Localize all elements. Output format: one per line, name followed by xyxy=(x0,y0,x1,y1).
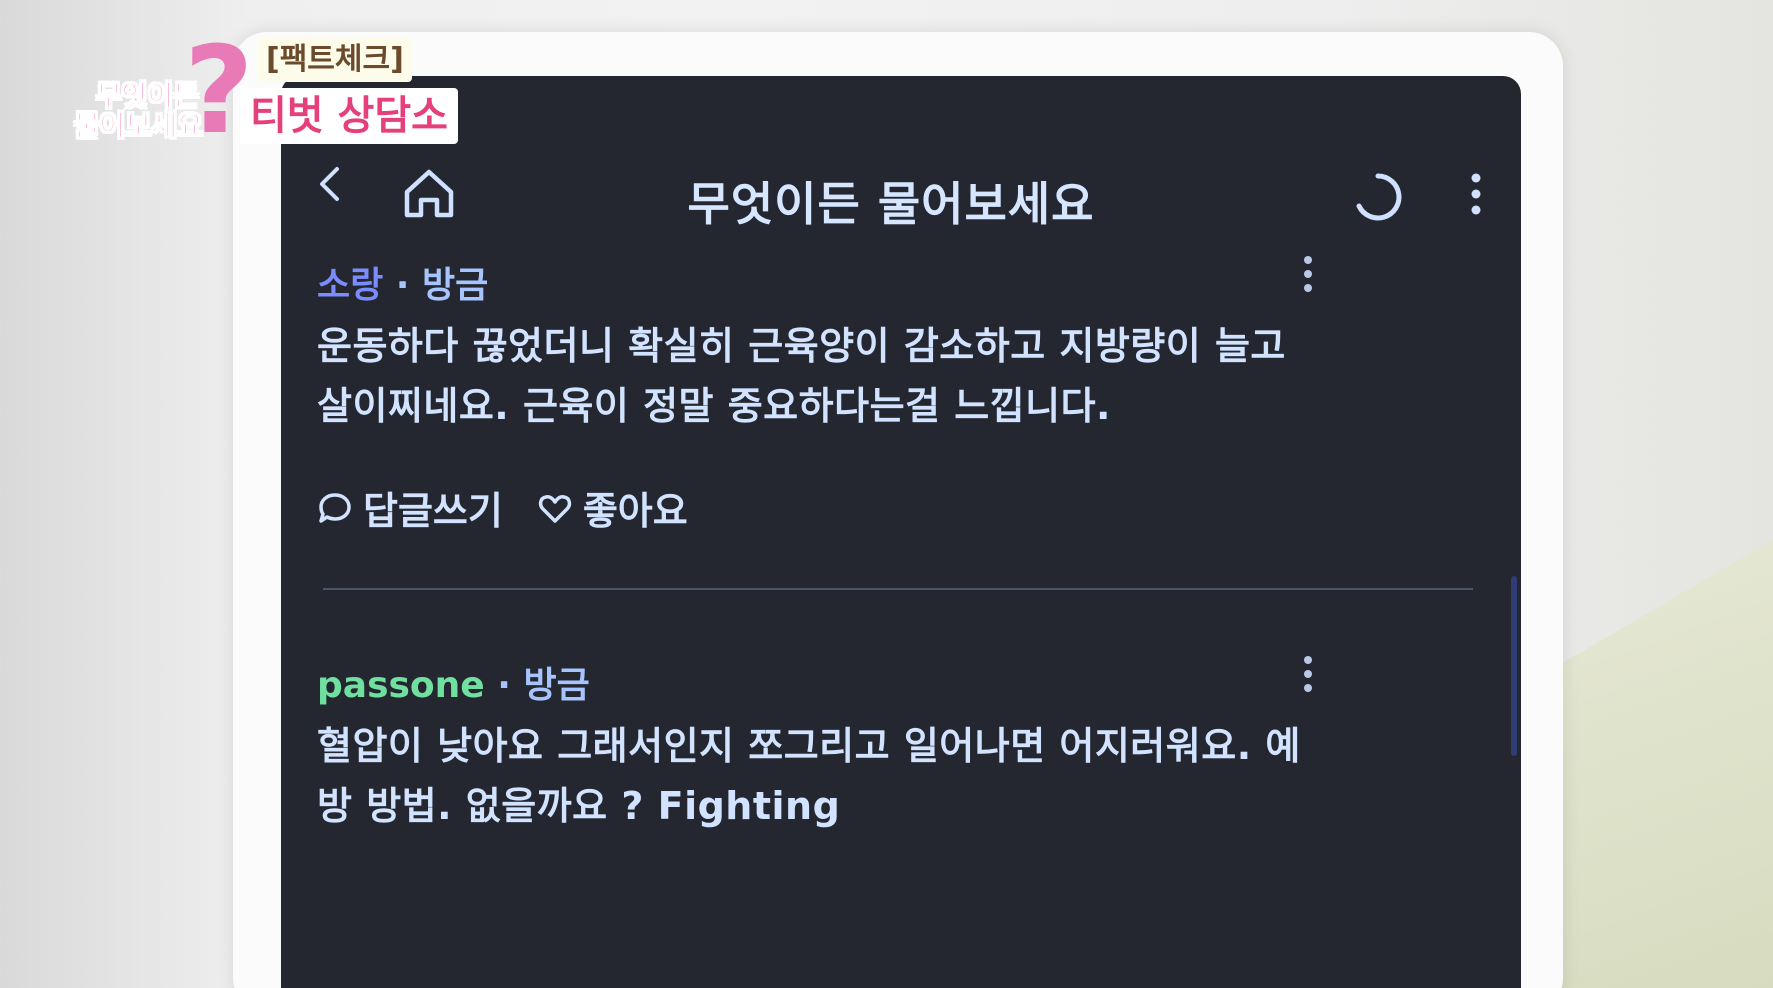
post-time: 방금 xyxy=(523,665,590,706)
post-author[interactable]: 소랑 xyxy=(317,265,383,306)
comment-icon xyxy=(319,492,351,523)
like-label: 좋아요 xyxy=(582,489,688,533)
post-more-icon[interactable] xyxy=(1301,654,1315,694)
background-stairs xyxy=(1543,540,1773,988)
logo-text: 물어보세요 xyxy=(74,109,204,143)
segment-tag: [팩트체크] xyxy=(258,38,412,82)
scrollbar-thumb[interactable] xyxy=(1511,576,1517,756)
back-icon[interactable] xyxy=(317,166,343,202)
reply-label: 답글쓰기 xyxy=(363,489,503,533)
post-actions: 답글쓰기 좋아요 xyxy=(317,480,688,535)
app-screen: 무엇이든 물어보세요 소랑 · 방금 운동하다 끊었더니 확실히 근육양이 감소… xyxy=(281,76,1521,988)
more-vertical-icon[interactable] xyxy=(1469,172,1483,216)
post-time: 방금 xyxy=(422,265,489,306)
home-icon[interactable] xyxy=(401,168,457,220)
post-body-line: 살이찌네요. 근육이 정말 중요하다는걸 느낍니다. xyxy=(317,384,1111,428)
like-button[interactable]: 좋아요 xyxy=(537,480,688,535)
meta-separator: · xyxy=(395,265,410,306)
post-body: 혈압이 낮아요 그래서인지 쪼그리고 일어나면 어지러워요. 예 방 방법. 없… xyxy=(317,716,1301,836)
post-meta: 소랑 · 방금 xyxy=(317,256,488,308)
post-body-line: 운동하다 끊었더니 확실히 근육양이 감소하고 지방량이 늘고 xyxy=(317,324,1286,368)
post-body: 운동하다 끊었더니 확실히 근육양이 감소하고 지방량이 늘고 살이찌네요. 근… xyxy=(317,316,1286,436)
post-body-line: 혈압이 낮아요 그래서인지 쪼그리고 일어나면 어지러워요. 예 xyxy=(317,724,1301,768)
post-divider xyxy=(323,588,1473,590)
post-body-line: 방 방법. 없을까요 ? Fighting xyxy=(317,784,841,828)
program-logo: ? 무엇이든 물어보세요 xyxy=(74,32,254,152)
meta-separator: · xyxy=(497,665,511,706)
reply-button[interactable]: 답글쓰기 xyxy=(317,480,503,535)
post-more-icon[interactable] xyxy=(1301,254,1315,294)
post-meta: passone · 방금 xyxy=(317,656,590,708)
post-author[interactable]: passone xyxy=(317,665,485,706)
refresh-icon[interactable] xyxy=(1351,170,1405,224)
page-title: 무엇이든 물어보세요 xyxy=(687,177,1095,231)
heart-icon xyxy=(538,494,571,523)
segment-title: 티벗 상담소 xyxy=(240,88,458,144)
